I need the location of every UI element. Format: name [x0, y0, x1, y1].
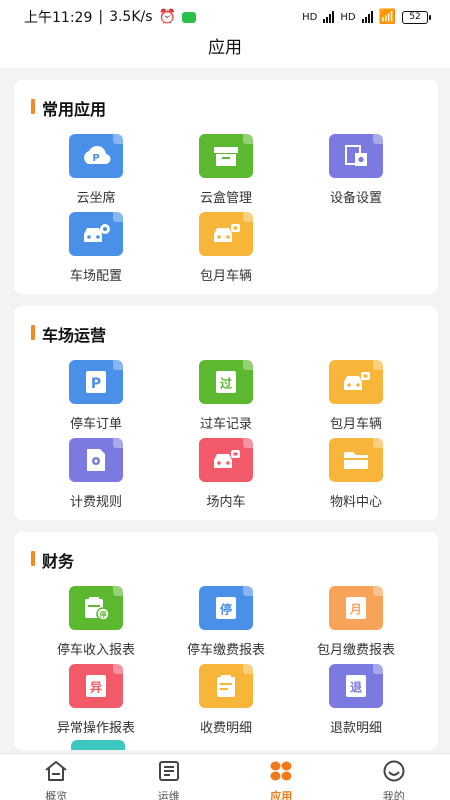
- monthly-car-icon: [329, 360, 383, 404]
- svg-text:过: 过: [220, 376, 232, 391]
- app-label: 停车订单: [69, 417, 122, 432]
- tab-maintenance[interactable]: 运维: [113, 754, 226, 800]
- section-marker: [31, 325, 35, 340]
- app-pass-record[interactable]: 过 过车记录: [156, 360, 296, 432]
- partial-app-icon[interactable]: [71, 740, 125, 750]
- box-icon: [199, 134, 253, 178]
- svg-text:异: 异: [90, 681, 102, 695]
- app-lot-config[interactable]: 车场配置: [26, 212, 166, 284]
- tab-label: 应用: [270, 790, 293, 800]
- parking-payment-icon: 停: [199, 586, 253, 630]
- status-time: 上午11:29: [24, 10, 93, 26]
- wifi-icon: 📶: [378, 9, 396, 25]
- svg-text:月: 月: [349, 603, 362, 617]
- app-abnormal-operation-report[interactable]: 异 异常操作报表: [26, 664, 166, 736]
- svg-text:退: 退: [350, 681, 362, 695]
- monthly-car-icon: [199, 212, 253, 256]
- app-charge-detail[interactable]: 收费明细: [156, 664, 296, 736]
- section-title: 财务: [42, 552, 75, 571]
- app-refund-detail[interactable]: 退 退款明细: [286, 664, 426, 736]
- signal-icon: [323, 11, 335, 23]
- signal-icon: [361, 11, 373, 23]
- app-label: 云盒管理: [199, 191, 252, 206]
- parking-income-icon: 停: [69, 586, 123, 630]
- list-icon: [158, 761, 179, 781]
- pass-record-icon: 过: [199, 360, 253, 404]
- section-title: 常用应用: [42, 100, 107, 119]
- tab-label: 我的: [382, 790, 405, 800]
- abnormal-report-icon: 异: [69, 664, 123, 708]
- apps-icon: [270, 761, 292, 781]
- monthly-payment-icon: 月: [329, 586, 383, 630]
- app-device-settings[interactable]: 设备设置: [286, 134, 426, 206]
- section-marker: [31, 551, 35, 566]
- cloud-parking-icon: P: [69, 134, 123, 178]
- app-label: 计费规则: [69, 495, 122, 510]
- in-lot-car-icon: [199, 438, 253, 482]
- network-label-1: HD: [302, 11, 318, 23]
- app-label: 异常操作报表: [56, 721, 135, 736]
- app-label: 车场配置: [69, 269, 122, 284]
- app-billing-rules[interactable]: 计费规则: [26, 438, 166, 510]
- refund-detail-icon: 退: [329, 664, 383, 708]
- section-marker: [31, 99, 35, 114]
- billing-rule-icon: [69, 438, 123, 482]
- parking-order-icon: P: [69, 360, 123, 404]
- app-monthly-vehicle[interactable]: 包月车辆: [286, 360, 426, 432]
- app-material-center[interactable]: 物料中心: [286, 438, 426, 510]
- app-monthly-payment-report[interactable]: 月 包月缴费报表: [286, 586, 426, 658]
- wechat-icon: [181, 11, 196, 23]
- app-label: 包月车辆: [199, 269, 252, 284]
- status-speed: 3.5K/s: [109, 9, 153, 25]
- section-common-apps: 常用应用 P 云坐席 云盒管理 设备设置 车场配置 包月车辆: [14, 80, 438, 294]
- home-icon: [45, 761, 67, 781]
- app-label: 包月缴费报表: [316, 643, 395, 658]
- svg-text:停: 停: [100, 610, 107, 619]
- app-parking-order[interactable]: P 停车订单: [26, 360, 166, 432]
- battery-icon: 52: [402, 10, 431, 24]
- section-title: 车场运营: [42, 326, 107, 345]
- svg-text:停: 停: [220, 602, 232, 617]
- section-finance: 财务 停 停车收入报表 停 停车缴费报表 月 包月缴费报表 异 异常操作报表 收…: [14, 532, 438, 750]
- app-label: 过车记录: [199, 417, 252, 432]
- section-lot-operations: 车场运营 P 停车订单 过 过车记录 包月车辆 计费规则 场内车 物料中心: [14, 306, 438, 520]
- app-label: 设备设置: [329, 191, 382, 206]
- tab-overview[interactable]: 概览: [0, 754, 113, 800]
- app-label: 云坐席: [76, 191, 116, 206]
- profile-icon: [383, 760, 405, 782]
- bottom-tab-bar: 概览 运维 应用 我的: [0, 753, 450, 800]
- alarm-icon: ⏰: [158, 9, 176, 25]
- device-settings-icon: [329, 134, 383, 178]
- app-label: 包月车辆: [329, 417, 382, 432]
- app-label: 停车收入报表: [56, 643, 135, 658]
- app-cloud-seat[interactable]: P 云坐席: [26, 134, 166, 206]
- app-label: 退款明细: [329, 721, 382, 736]
- app-monthly-vehicle[interactable]: 包月车辆: [156, 212, 296, 284]
- folder-icon: [329, 438, 383, 482]
- tab-profile[interactable]: 我的: [338, 754, 450, 800]
- network-label-2: HD: [340, 11, 356, 23]
- app-label: 收费明细: [199, 721, 252, 736]
- tab-label: 概览: [45, 790, 68, 800]
- car-settings-icon: [69, 212, 123, 256]
- status-bar: 上午11:29 | 3.5K/s ⏰ HD HD 📶 52: [0, 0, 450, 34]
- tab-apps[interactable]: 应用: [225, 754, 338, 800]
- svg-text:P: P: [91, 376, 101, 392]
- app-label: 场内车: [206, 495, 246, 510]
- app-in-lot-car[interactable]: 场内车: [156, 438, 296, 510]
- app-parking-income-report[interactable]: 停 停车收入报表: [26, 586, 166, 658]
- app-cloud-box[interactable]: 云盒管理: [156, 134, 296, 206]
- app-label: 物料中心: [329, 495, 382, 510]
- app-parking-payment-report[interactable]: 停 停车缴费报表: [156, 586, 296, 658]
- charge-detail-icon: [199, 664, 253, 708]
- app-label: 停车缴费报表: [186, 643, 265, 658]
- tab-label: 运维: [157, 790, 180, 800]
- svg-text:P: P: [92, 153, 99, 164]
- page-title: 应用: [0, 34, 450, 68]
